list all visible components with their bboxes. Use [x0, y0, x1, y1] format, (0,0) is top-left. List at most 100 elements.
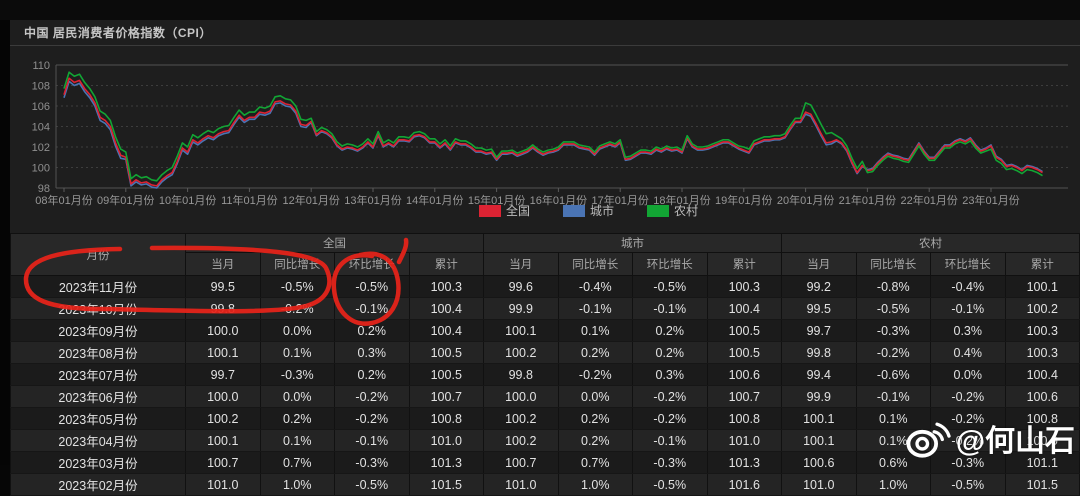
month-cell: 2023年09月份 [11, 320, 186, 342]
value-cell: 100.2 [186, 408, 261, 430]
value-cell: -0.2% [260, 298, 335, 320]
value-cell: 1.0% [260, 474, 335, 496]
value-cell: -0.5% [856, 298, 931, 320]
month-cell: 2023年05月份 [11, 408, 186, 430]
value-cell: 99.4 [782, 364, 857, 386]
cpi-line-chart: 1101081061041021009808年01月份09年01月份10年01月… [10, 47, 1080, 232]
weibo-icon [905, 417, 951, 459]
x-axis-tick-label: 23年01月份 [962, 193, 1019, 207]
y-axis-tick-label: 108 [32, 81, 50, 93]
table-row: 2023年07月份99.7-0.3%0.2%100.599.8-0.2%0.3%… [11, 364, 1080, 386]
value-cell: -0.6% [856, 364, 931, 386]
y-axis-tick-label: 98 [38, 183, 50, 195]
month-cell: 2023年10月份 [11, 298, 186, 320]
value-cell: 100.1 [186, 342, 261, 364]
value-cell: 0.3% [633, 364, 708, 386]
value-cell: -0.8% [856, 276, 931, 298]
value-cell: 100.6 [707, 364, 782, 386]
value-cell: 100.3 [409, 276, 484, 298]
series-line-城市 [64, 81, 1043, 188]
x-axis-tick-label: 14年01月份 [406, 193, 463, 207]
value-cell: -0.2% [633, 408, 708, 430]
value-cell: 99.5 [782, 298, 857, 320]
value-cell: -0.1% [856, 386, 931, 408]
col-header-城市-当月: 当月 [484, 253, 559, 276]
value-cell: 101.6 [707, 474, 782, 496]
watermark: @何山石 [905, 416, 1075, 460]
y-axis-tick-label: 106 [32, 101, 50, 113]
value-cell: 101.3 [707, 452, 782, 474]
value-cell: 100.0 [186, 386, 261, 408]
value-cell: 99.9 [782, 386, 857, 408]
group-header-全国: 全国 [186, 234, 484, 253]
value-cell: 0.2% [335, 364, 410, 386]
value-cell: 99.8 [484, 364, 559, 386]
value-cell: 100.8 [707, 408, 782, 430]
value-cell: 0.0% [931, 364, 1006, 386]
value-cell: 100.7 [484, 452, 559, 474]
month-cell: 2023年06月份 [11, 386, 186, 408]
value-cell: 100.4 [409, 298, 484, 320]
value-cell: -0.3% [856, 320, 931, 342]
value-cell: -0.5% [931, 474, 1006, 496]
y-axis-tick-label: 110 [32, 60, 50, 72]
value-cell: 0.2% [335, 320, 410, 342]
value-cell: -0.5% [260, 276, 335, 298]
value-cell: 1.0% [856, 474, 931, 496]
month-cell: 2023年04月份 [11, 430, 186, 452]
value-cell: 101.5 [1005, 474, 1080, 496]
value-cell: -0.1% [335, 298, 410, 320]
x-axis-tick-label: 08年01月份 [35, 193, 92, 207]
table-row: 2023年02月份101.01.0%-0.5%101.5101.01.0%-0.… [11, 474, 1080, 496]
legend-item-全国[interactable]: 全国 [506, 203, 530, 218]
x-axis-tick-label: 11年01月份 [221, 193, 278, 207]
value-cell: 100.1 [782, 430, 857, 452]
table-row: 2023年06月份100.00.0%-0.2%100.7100.00.0%-0.… [11, 386, 1080, 408]
value-cell: 100.1 [1005, 276, 1080, 298]
value-cell: 101.0 [782, 474, 857, 496]
x-axis-tick-label: 19年01月份 [715, 193, 772, 207]
legend-item-农村[interactable]: 农村 [674, 204, 698, 218]
value-cell: 100.8 [409, 408, 484, 430]
value-cell: -0.2% [335, 386, 410, 408]
value-cell: 99.2 [782, 276, 857, 298]
month-cell: 2023年03月份 [11, 452, 186, 474]
legend-swatch-全国[interactable] [479, 205, 501, 217]
value-cell: 100.3 [1005, 342, 1080, 364]
x-axis-tick-label: 12年01月份 [282, 193, 339, 207]
series-line-农村 [64, 72, 1043, 181]
y-axis-tick-label: 102 [32, 142, 50, 154]
value-cell: 0.2% [260, 408, 335, 430]
col-header-全国-环比增长: 环比增长 [335, 253, 410, 276]
value-cell: 100.7 [186, 452, 261, 474]
x-axis-tick-label: 16年01月份 [530, 193, 587, 207]
value-cell: 99.8 [186, 298, 261, 320]
value-cell: -0.5% [335, 276, 410, 298]
value-cell: -0.2% [856, 342, 931, 364]
value-cell: 100.4 [409, 320, 484, 342]
value-cell: 100.6 [1005, 386, 1080, 408]
table-row: 2023年11月份99.5-0.5%-0.5%100.399.6-0.4%-0.… [11, 276, 1080, 298]
col-header-农村-同比增长: 同比增长 [856, 253, 931, 276]
x-axis-tick-label: 10年01月份 [159, 193, 216, 207]
legend-swatch-农村[interactable] [647, 205, 669, 217]
value-cell: -0.3% [335, 452, 410, 474]
month-cell: 2023年02月份 [11, 474, 186, 496]
legend-swatch-城市[interactable] [563, 205, 585, 217]
col-header-农村-环比增长: 环比增长 [931, 253, 1006, 276]
watermark-text: @何山石 [956, 416, 1075, 460]
value-cell: 0.3% [335, 342, 410, 364]
x-axis-tick-label: 20年01月份 [777, 193, 834, 207]
month-cell: 2023年07月份 [11, 364, 186, 386]
value-cell: -0.4% [558, 276, 633, 298]
value-cell: 0.0% [558, 386, 633, 408]
value-cell: 100.2 [1005, 298, 1080, 320]
table-row: 2023年08月份100.10.1%0.3%100.5100.20.2%0.2%… [11, 342, 1080, 364]
value-cell: 0.0% [260, 320, 335, 342]
value-cell: 100.1 [484, 320, 559, 342]
value-cell: -0.1% [558, 298, 633, 320]
value-cell: 101.0 [409, 430, 484, 452]
value-cell: 99.7 [186, 364, 261, 386]
legend-item-城市[interactable]: 城市 [590, 203, 614, 218]
value-cell: 100.7 [707, 386, 782, 408]
